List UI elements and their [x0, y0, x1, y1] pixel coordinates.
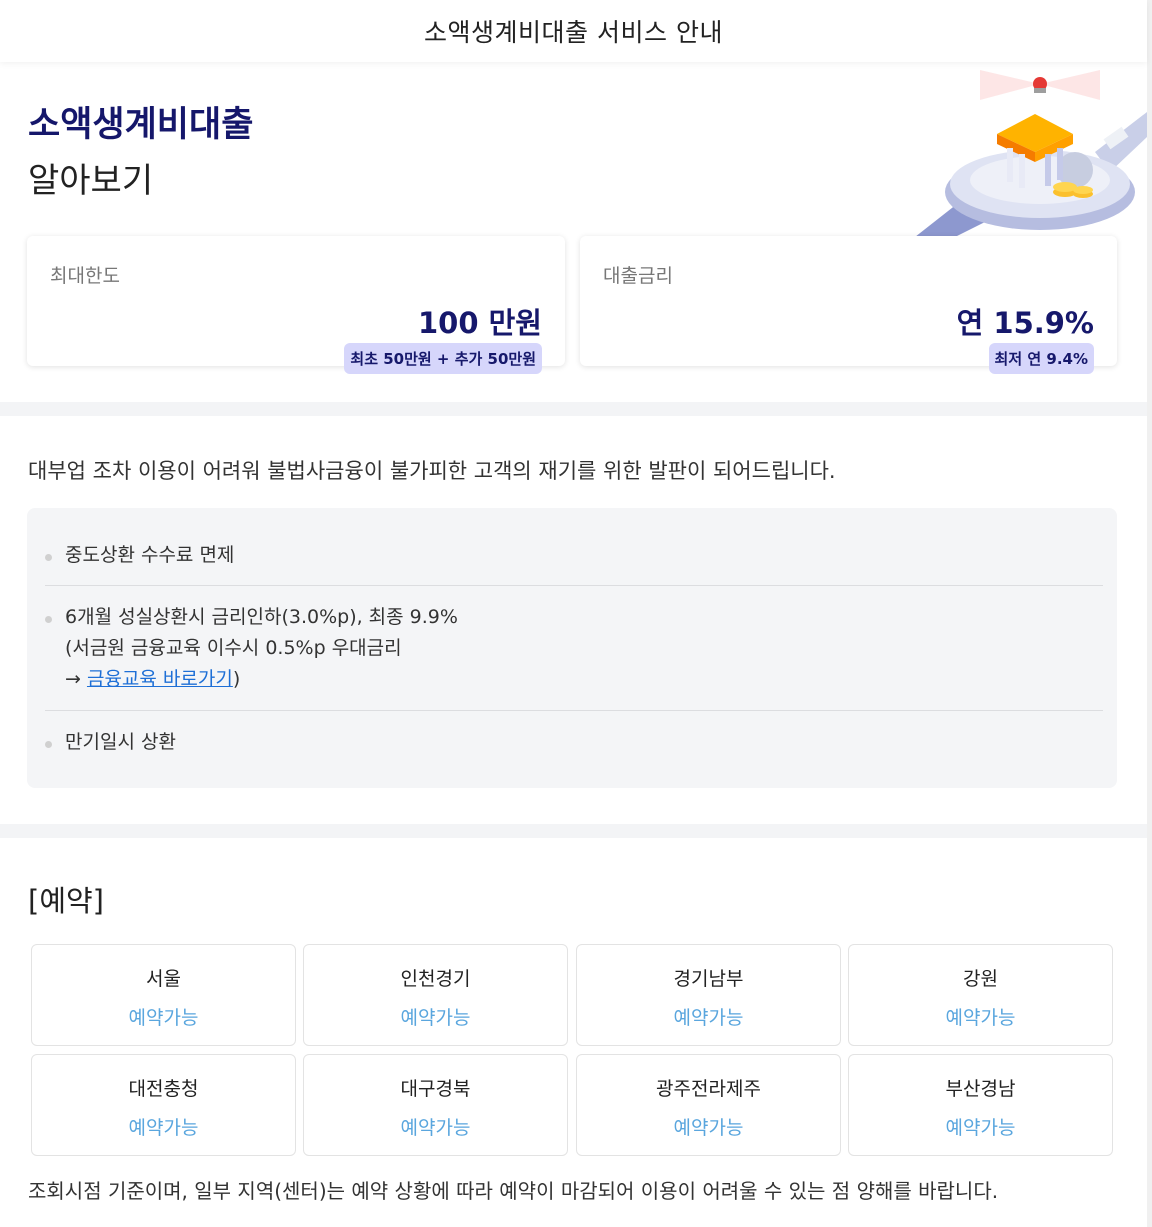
bullet-icon [45, 616, 52, 623]
region-status: 예약가능 [673, 1007, 744, 1029]
benefit-line: 6개월 성실상환시 금리인하(3.0%p), 최종 9.9% [65, 606, 458, 628]
interest-rate-card: 대출금리 연 15.9% 최저 연 9.4% [580, 236, 1117, 374]
hero-subtitle: 알아보기 [28, 161, 154, 201]
bullet-icon [45, 554, 52, 561]
benefit-line: → 금융교육 바로가기) [65, 664, 458, 695]
arrow-icon: → [65, 668, 87, 690]
region-name: 대전충청 [128, 1078, 199, 1100]
region-name: 대구경북 [400, 1078, 471, 1100]
benefit-divider [45, 585, 1103, 586]
hero-title: 소액생계비대출 [28, 102, 254, 148]
region-status: 예약가능 [128, 1007, 199, 1029]
page-title: 소액생계비대출 서비스 안내 [424, 18, 723, 47]
reservation-title: [예약] [28, 884, 104, 918]
max-limit-card: 최대한도 100 만원 최초 50만원 + 추가 50만원 [27, 236, 565, 374]
region-status: 예약가능 [945, 1117, 1016, 1139]
hero-title-text: 소액생계비대출 [28, 105, 254, 145]
region-status: 예약가능 [128, 1117, 199, 1139]
region-name: 광주전라제주 [656, 1078, 761, 1100]
region-name: 강원 [963, 968, 998, 990]
max-limit-value: 100 만원 [418, 306, 542, 340]
region-cell-seoul[interactable]: 서울 예약가능 [31, 944, 296, 1046]
section-divider [0, 824, 1147, 838]
region-cell-busan-gyeongnam[interactable]: 부산경남 예약가능 [848, 1054, 1113, 1156]
benefits-box: 중도상환 수수료 면제 6개월 성실상환시 금리인하(3.0%p), 최종 9.… [27, 508, 1117, 788]
max-limit-label: 최대한도 [50, 265, 120, 287]
benefit-text: 만기일시 상환 [65, 731, 176, 753]
interest-rate-value: 연 15.9% [956, 306, 1094, 340]
reservation-footnote: 조회시점 기준이며, 일부 지역(센터)는 예약 상황에 따라 예약이 마감되어… [28, 1179, 999, 1203]
region-name: 서울 [146, 968, 181, 990]
region-cell-incheon-gyeonggi[interactable]: 인천경기 예약가능 [303, 944, 568, 1046]
section-divider [0, 402, 1147, 416]
benefit-text: 중도상환 수수료 면제 [65, 544, 235, 566]
page-header: 소액생계비대출 서비스 안내 [0, 0, 1147, 62]
region-status: 예약가능 [945, 1007, 1016, 1029]
benefit-text: 6개월 성실상환시 금리인하(3.0%p), 최종 9.9% (서금원 금융교육… [65, 602, 458, 695]
region-cell-gwangju-jeolla-jeju[interactable]: 광주전라제주 예약가능 [576, 1054, 841, 1156]
closing-paren: ) [232, 668, 241, 690]
region-status: 예약가능 [400, 1117, 471, 1139]
region-name: 부산경남 [945, 1078, 1016, 1100]
region-cell-daejeon-chungcheong[interactable]: 대전충청 예약가능 [31, 1054, 296, 1156]
interest-rate-label: 대출금리 [603, 265, 673, 287]
region-name: 경기남부 [673, 968, 744, 990]
benefit-line: (서금원 금융교육 이수시 0.5%p 우대금리 [65, 637, 402, 659]
hero-section: 소액생계비대출 알아보기 최대한도 100 만원 최초 50만원 + 추가 50… [0, 62, 1147, 402]
interest-rate-badge: 최저 연 9.4% [988, 343, 1094, 374]
region-cell-daegu-gyeongbuk[interactable]: 대구경북 예약가능 [303, 1054, 568, 1156]
region-name: 인천경기 [400, 968, 471, 990]
financial-education-link[interactable]: 금융교육 바로가기 [87, 668, 233, 690]
region-status: 예약가능 [673, 1117, 744, 1139]
benefit-divider [45, 710, 1103, 711]
scrollbar[interactable] [1147, 0, 1152, 1227]
max-limit-badge: 최초 50만원 + 추가 50만원 [344, 343, 542, 374]
service-description: 대부업 조차 이용이 어려워 불법사금융이 불가피한 고객의 재기를 위한 발판… [28, 459, 836, 483]
region-cell-gyeonggi-south[interactable]: 경기남부 예약가능 [576, 944, 841, 1046]
region-cell-gangwon[interactable]: 강원 예약가능 [848, 944, 1113, 1046]
bullet-icon [45, 741, 52, 748]
region-status: 예약가능 [400, 1007, 471, 1029]
bank-building-illustration [915, 70, 1147, 237]
